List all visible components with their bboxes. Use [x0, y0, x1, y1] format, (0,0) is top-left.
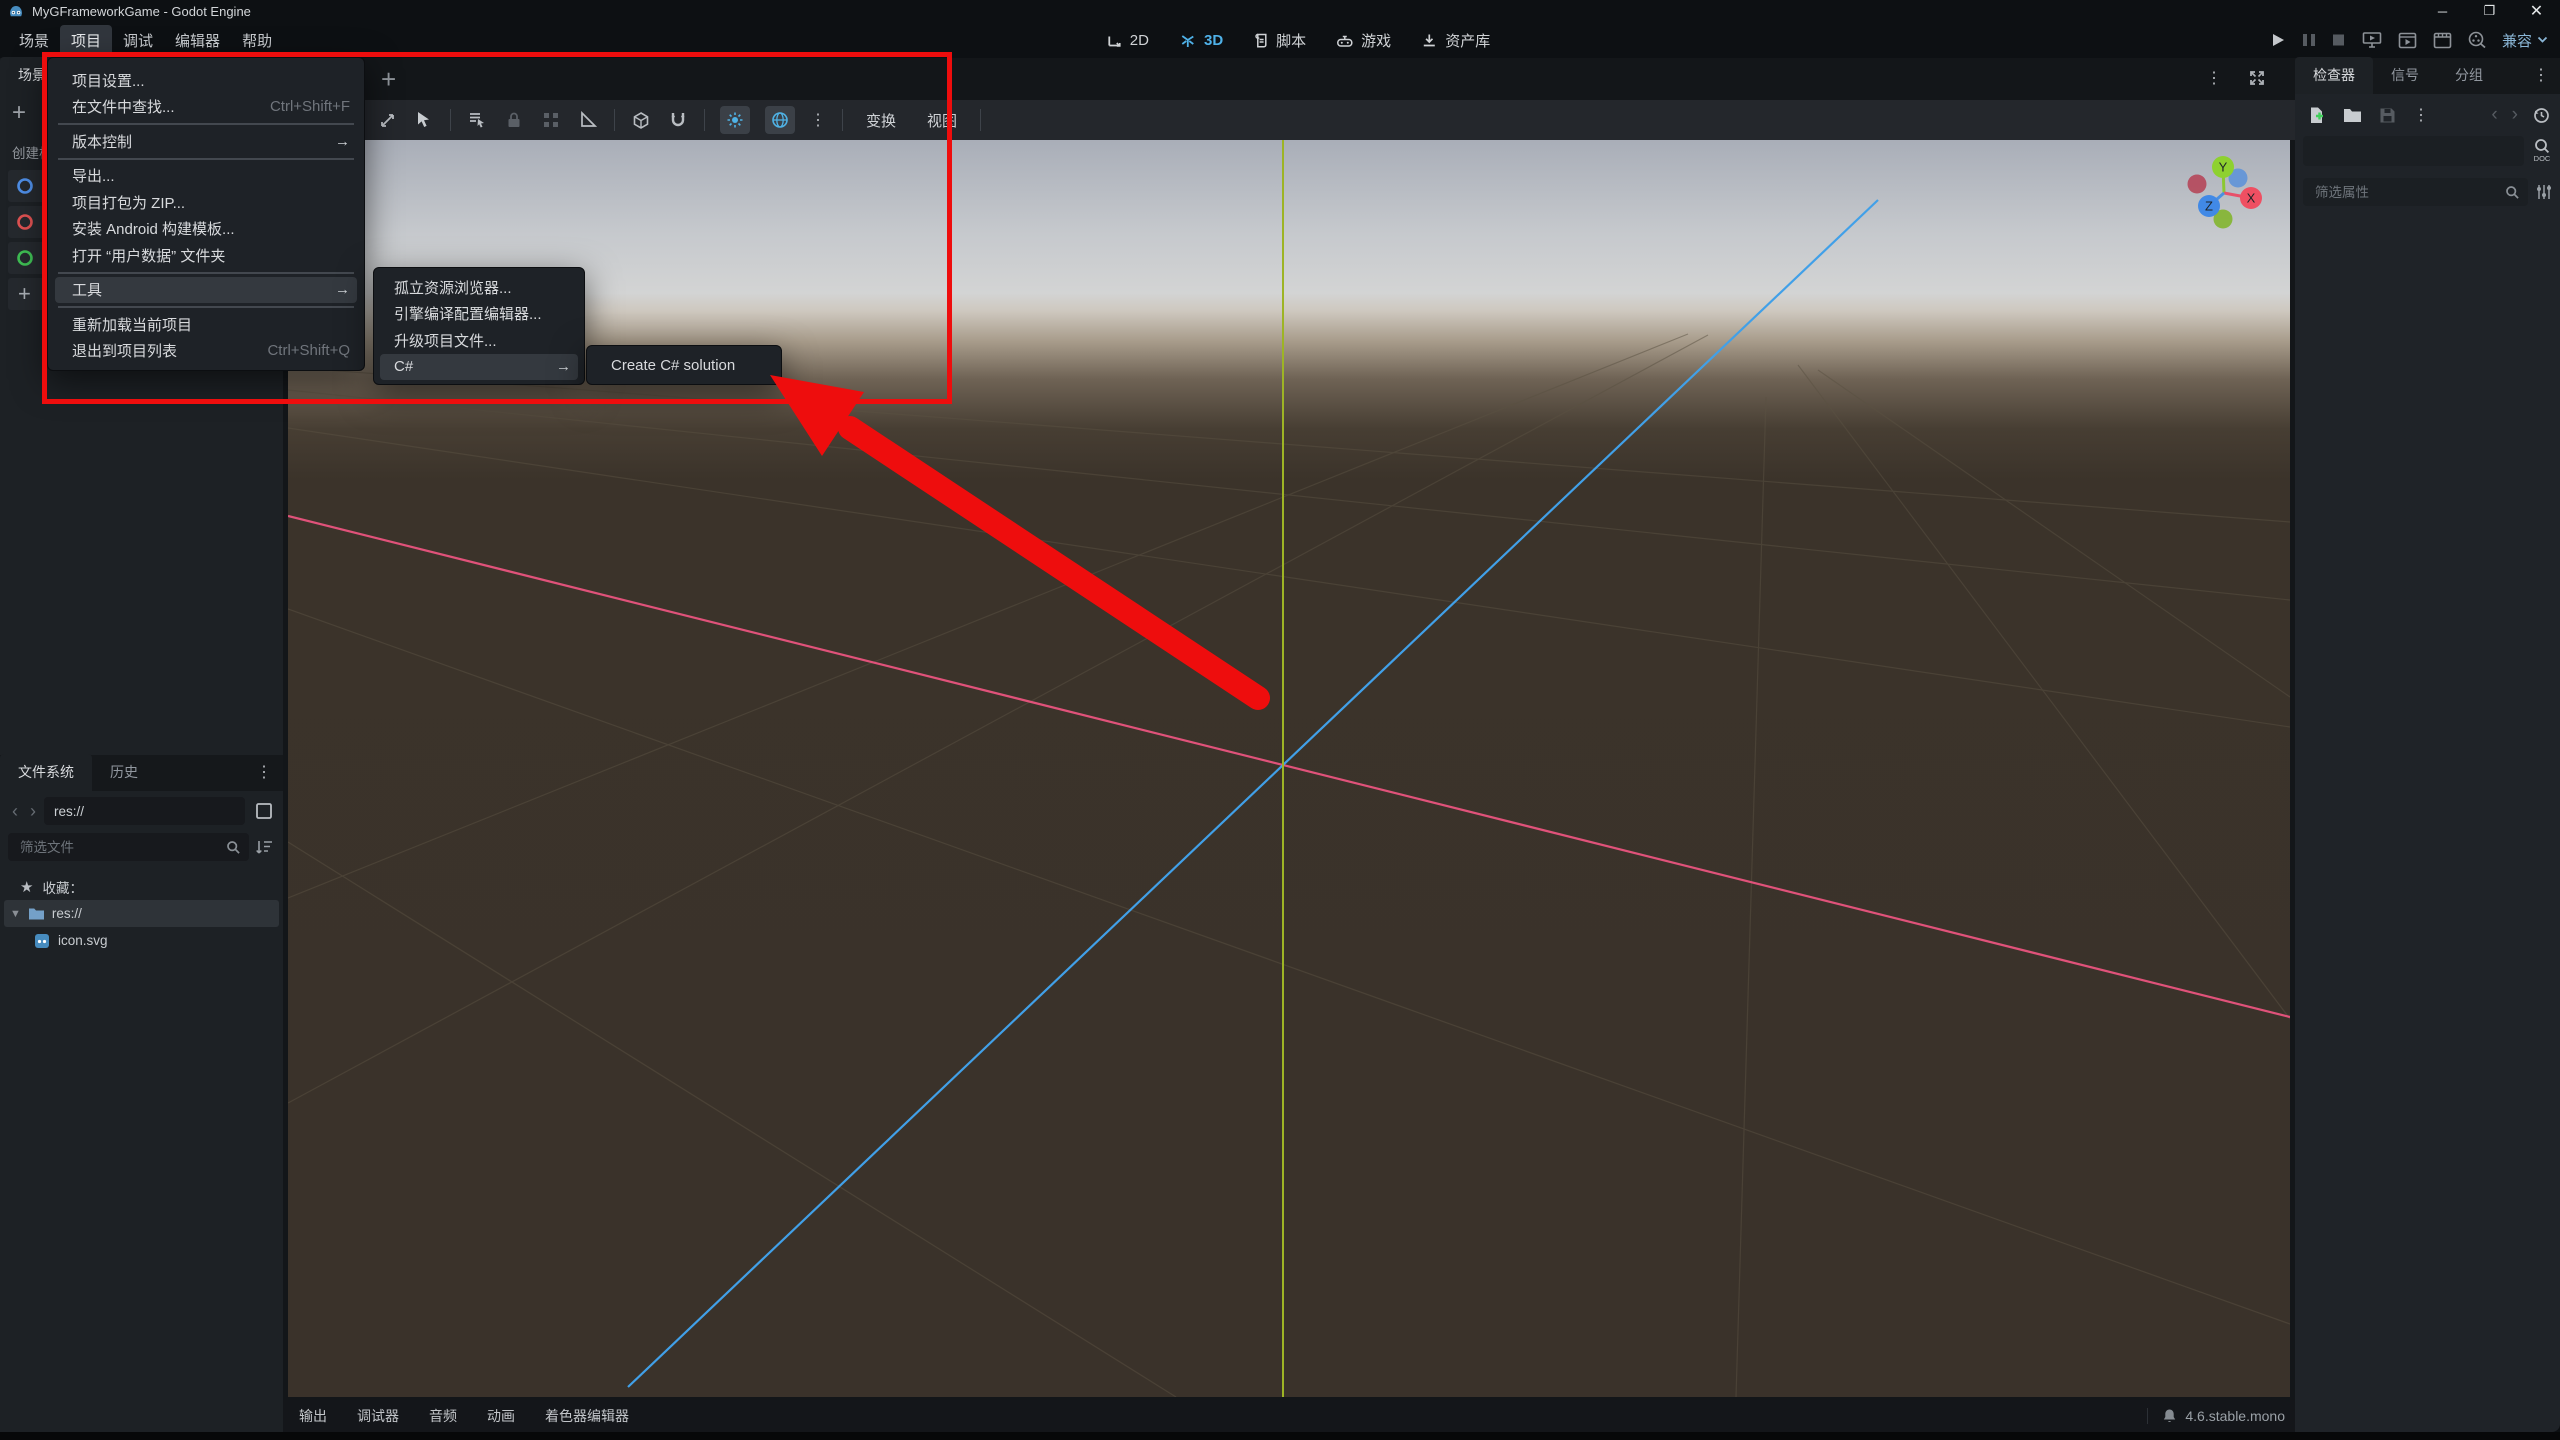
nav-back-icon[interactable]: ‹: [8, 801, 22, 822]
tab-inspector[interactable]: 检查器: [2295, 57, 2373, 94]
resource-extra-icon[interactable]: ⋮: [2413, 105, 2430, 125]
inspector-tabbar: 检查器 信号 分组 ⋮: [2295, 57, 2560, 94]
filesystem-menu-icon[interactable]: ⋮: [256, 762, 273, 782]
renderer-dropdown[interactable]: 兼容: [2502, 30, 2548, 51]
inspector-menu-icon[interactable]: ⋮: [2533, 65, 2550, 85]
folder-icon: [28, 908, 44, 920]
property-filter-box[interactable]: [2303, 178, 2528, 206]
inspector-dock: 检查器 信号 分组 ⋮ ⋮ ‹ › DOC: [2295, 57, 2560, 1432]
bottom-tab-animation[interactable]: 动画: [487, 1406, 515, 1426]
script-icon: [1255, 33, 1267, 48]
favorites-row: ★ 收藏：: [0, 873, 283, 900]
play-scene-button[interactable]: [2398, 32, 2417, 49]
bottom-tab-output[interactable]: 输出: [299, 1406, 327, 1426]
gizmo-x-label: X: [2247, 191, 2256, 206]
remote-play-button[interactable]: [2362, 31, 2382, 49]
bottom-tab-shader[interactable]: 着色器编辑器: [545, 1406, 629, 1426]
minimize-button[interactable]: ─: [2419, 0, 2466, 22]
svg-text:DOC: DOC: [2534, 154, 2551, 163]
nav-forward-icon[interactable]: ›: [26, 801, 40, 822]
assetlib-download-icon: [1424, 34, 1436, 46]
new-resource-icon[interactable]: [2307, 106, 2326, 125]
menu-debug[interactable]: 调试: [112, 25, 164, 56]
history-back-icon[interactable]: ‹: [2491, 104, 2497, 126]
edited-object-field[interactable]: [2303, 136, 2524, 166]
playback-controls: 兼容: [2270, 22, 2548, 58]
tab-signals[interactable]: 信号: [2373, 57, 2437, 94]
version-label[interactable]: 4.6.stable.mono: [2185, 1408, 2285, 1424]
workspace-3d-button[interactable]: 3D: [1179, 32, 1223, 49]
close-button[interactable]: ✕: [2513, 0, 2560, 22]
godot-logo-icon: [10, 6, 22, 17]
view-axis-gizmo[interactable]: Y X Z: [2187, 156, 2263, 229]
property-tools-icon[interactable]: [2534, 182, 2554, 202]
notification-bell-icon[interactable]: [2162, 1408, 2177, 1424]
window-title: MyGFrameworkGame - Godot Engine: [32, 3, 251, 19]
control-node-icon: [17, 250, 33, 266]
file-filter-box[interactable]: [8, 833, 249, 861]
file-filter-input[interactable]: [18, 838, 226, 856]
filesystem-dock: 文件系统 历史 ⋮ ‹ › res:// ★ 收藏： ▼ res://: [0, 754, 283, 1432]
game-icon: [1337, 35, 1353, 47]
tab-filesystem[interactable]: 文件系统: [0, 754, 92, 791]
workspace-script-button[interactable]: 脚本: [1253, 30, 1306, 51]
tree-row-file[interactable]: icon.svg: [0, 927, 283, 954]
tab-groups[interactable]: 分组: [2437, 57, 2501, 94]
workspace-2d-button[interactable]: 2D: [1106, 32, 1149, 49]
title-bar: MyGFrameworkGame - Godot Engine ─ ❐ ✕: [0, 0, 2560, 22]
viewport-menu-icon[interactable]: ⋮: [2206, 68, 2223, 88]
star-icon: ★: [20, 878, 34, 896]
collapse-arrow-icon[interactable]: ▼: [10, 908, 21, 920]
bottom-tab-debugger[interactable]: 调试器: [357, 1406, 399, 1426]
gizmo-z-label: Z: [2205, 199, 2213, 214]
godot-editor-window: MyGFrameworkGame - Godot Engine ─ ❐ ✕ 场景…: [0, 0, 2560, 1440]
pause-button[interactable]: [2302, 32, 2316, 48]
gizmo-y-label: Y: [2219, 160, 2228, 175]
node2d-icon: [17, 178, 33, 194]
object-history-icon[interactable]: [2532, 106, 2550, 124]
split-mode-toggle[interactable]: [253, 800, 275, 822]
godot-file-icon: [35, 933, 49, 948]
tab-history[interactable]: 历史: [92, 754, 156, 791]
add-node-icon[interactable]: +: [12, 99, 26, 127]
bottom-tab-audio[interactable]: 音频: [429, 1406, 457, 1426]
movie-maker-button[interactable]: [2468, 31, 2486, 49]
search-icon: [2506, 185, 2519, 199]
restore-button[interactable]: ❐: [2466, 0, 2513, 22]
open-docs-icon[interactable]: DOC: [2530, 138, 2554, 164]
expand-viewport-icon[interactable]: [2249, 70, 2265, 86]
load-resource-folder-icon[interactable]: [2343, 107, 2362, 123]
search-icon: [227, 840, 240, 854]
history-forward-icon[interactable]: ›: [2512, 104, 2518, 126]
menu-project[interactable]: 项目: [60, 24, 113, 56]
resource-path-field[interactable]: res://: [44, 797, 245, 825]
sort-files-icon[interactable]: [255, 837, 275, 857]
plus-icon: +: [18, 281, 31, 306]
stop-button[interactable]: [2332, 32, 2346, 48]
2d-icon: [1108, 36, 1121, 47]
play-button[interactable]: [2270, 32, 2286, 48]
workspace-assetlib-button[interactable]: 资产库: [1421, 30, 1490, 51]
3d-icon: [1181, 34, 1195, 47]
save-resource-icon[interactable]: [2379, 107, 2396, 124]
axis-x-line: [288, 514, 2290, 1019]
workspace-switcher: 2D 3D 脚本 游戏 资产库: [1106, 22, 1490, 58]
bottom-panel-bar: 输出 调试器 音频 动画 着色器编辑器 4.6.stable.mono: [283, 1400, 2295, 1432]
menu-help[interactable]: 帮助: [231, 25, 283, 56]
play-custom-scene-button[interactable]: [2433, 32, 2452, 49]
property-filter-input[interactable]: [2313, 183, 2505, 201]
node3d-icon: [17, 214, 33, 230]
filesystem-tabbar: 文件系统 历史 ⋮: [0, 754, 283, 791]
tree-row-root[interactable]: ▼ res://: [4, 900, 279, 927]
chevron-down-icon: [2537, 36, 2548, 43]
menu-scene[interactable]: 场景: [8, 25, 60, 56]
annotation-rectangle: [42, 52, 952, 404]
workspace-game-button[interactable]: 游戏: [1336, 30, 1391, 51]
taskbar-strip: [0, 1432, 2560, 1440]
favorites-label: 收藏：: [42, 880, 83, 896]
menu-editor[interactable]: 编辑器: [164, 25, 231, 56]
